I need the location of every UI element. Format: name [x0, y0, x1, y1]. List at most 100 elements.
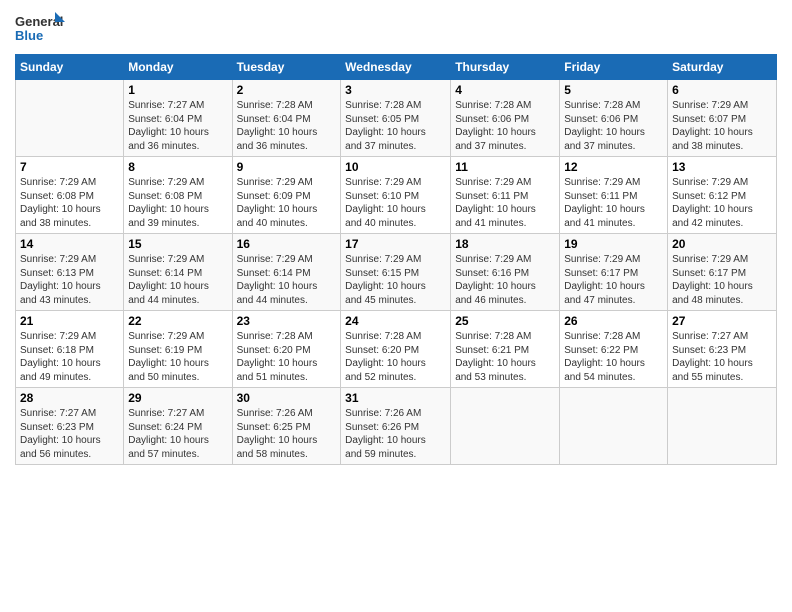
day-cell: 19 Sunrise: 7:29 AM Sunset: 6:17 PM Dayli…: [560, 234, 668, 311]
day-cell: 23 Sunrise: 7:28 AM Sunset: 6:20 PM Dayli…: [232, 311, 341, 388]
day-cell: 8Sunrise: 7:29 AM Sunset: 6:08 PM Daylig…: [124, 157, 232, 234]
day-info: Sunrise: 7:27 AM Sunset: 6:24 PM Dayligh…: [128, 407, 227, 461]
col-header-thursday: Thursday: [451, 55, 560, 80]
day-cell: [451, 388, 560, 465]
svg-text:Blue: Blue: [15, 28, 43, 43]
day-cell: 21Sunrise: 7:29 AM Sunset: 6:18 PM Dayli…: [16, 311, 124, 388]
day-info: Sunrise: 7:28 AM Sunset: 6:06 PM Dayligh…: [564, 99, 663, 153]
day-cell: 18 Sunrise: 7:29 AM Sunset: 6:16 PM Dayli…: [451, 234, 560, 311]
day-info: Sunrise: 7:27 AM Sunset: 6:04 PM Dayligh…: [128, 99, 227, 153]
col-header-friday: Friday: [560, 55, 668, 80]
day-number: 27: [672, 314, 772, 328]
day-info: Sunrise: 7:29 AM Sunset: 6:11 PM Dayligh…: [564, 176, 663, 230]
day-cell: 24 Sunrise: 7:28 AM Sunset: 6:20 PM Dayli…: [341, 311, 451, 388]
day-number: 12: [564, 160, 663, 174]
day-info: Sunrise: 7:29 AM Sunset: 6:19 PM Dayligh…: [128, 330, 227, 384]
day-cell: [560, 388, 668, 465]
day-cell: 13 Sunrise: 7:29 AM Sunset: 6:12 PM Dayli…: [668, 157, 777, 234]
day-number: 19: [564, 237, 663, 251]
day-number: 17: [345, 237, 446, 251]
day-info: Sunrise: 7:29 AM Sunset: 6:12 PM Dayligh…: [672, 176, 772, 230]
day-info: Sunrise: 7:29 AM Sunset: 6:16 PM Dayligh…: [455, 253, 555, 307]
day-cell: 31 Sunrise: 7:26 AM Sunset: 6:26 PM Dayli…: [341, 388, 451, 465]
day-number: 15: [128, 237, 227, 251]
day-info: Sunrise: 7:28 AM Sunset: 6:04 PM Dayligh…: [237, 99, 337, 153]
day-cell: 22 Sunrise: 7:29 AM Sunset: 6:19 PM Dayli…: [124, 311, 232, 388]
calendar-table: SundayMondayTuesdayWednesdayThursdayFrid…: [15, 54, 777, 465]
day-info: Sunrise: 7:26 AM Sunset: 6:26 PM Dayligh…: [345, 407, 446, 461]
day-number: 4: [455, 83, 555, 97]
day-number: 23: [237, 314, 337, 328]
day-info: Sunrise: 7:29 AM Sunset: 6:11 PM Dayligh…: [455, 176, 555, 230]
day-number: 14: [20, 237, 119, 251]
day-cell: [16, 80, 124, 157]
logo: GeneralBlue: [15, 10, 65, 48]
day-cell: 7 Sunrise: 7:29 AM Sunset: 6:08 PM Daylig…: [16, 157, 124, 234]
day-cell: 12 Sunrise: 7:29 AM Sunset: 6:11 PM Dayli…: [560, 157, 668, 234]
day-cell: 9 Sunrise: 7:29 AM Sunset: 6:09 PM Daylig…: [232, 157, 341, 234]
day-number: 11: [455, 160, 555, 174]
col-header-monday: Monday: [124, 55, 232, 80]
day-cell: 25 Sunrise: 7:28 AM Sunset: 6:21 PM Dayli…: [451, 311, 560, 388]
day-info: Sunrise: 7:26 AM Sunset: 6:25 PM Dayligh…: [237, 407, 337, 461]
day-info: Sunrise: 7:29 AM Sunset: 6:14 PM Dayligh…: [237, 253, 337, 307]
day-cell: 17 Sunrise: 7:29 AM Sunset: 6:15 PM Dayli…: [341, 234, 451, 311]
day-cell: 3 Sunrise: 7:28 AM Sunset: 6:05 PM Daylig…: [341, 80, 451, 157]
week-row-1: 1Sunrise: 7:27 AM Sunset: 6:04 PM Daylig…: [16, 80, 777, 157]
day-number: 25: [455, 314, 555, 328]
day-cell: [668, 388, 777, 465]
day-info: Sunrise: 7:29 AM Sunset: 6:07 PM Dayligh…: [672, 99, 772, 153]
day-number: 18: [455, 237, 555, 251]
day-info: Sunrise: 7:28 AM Sunset: 6:21 PM Dayligh…: [455, 330, 555, 384]
day-info: Sunrise: 7:29 AM Sunset: 6:13 PM Dayligh…: [20, 253, 119, 307]
header: GeneralBlue: [15, 10, 777, 48]
day-cell: 1Sunrise: 7:27 AM Sunset: 6:04 PM Daylig…: [124, 80, 232, 157]
day-cell: 6 Sunrise: 7:29 AM Sunset: 6:07 PM Daylig…: [668, 80, 777, 157]
day-cell: 2Sunrise: 7:28 AM Sunset: 6:04 PM Daylig…: [232, 80, 341, 157]
day-info: Sunrise: 7:28 AM Sunset: 6:22 PM Dayligh…: [564, 330, 663, 384]
day-cell: 10Sunrise: 7:29 AM Sunset: 6:10 PM Dayli…: [341, 157, 451, 234]
logo-icon: GeneralBlue: [15, 10, 65, 48]
day-info: Sunrise: 7:28 AM Sunset: 6:20 PM Dayligh…: [237, 330, 337, 384]
day-number: 8: [128, 160, 227, 174]
day-number: 29: [128, 391, 227, 405]
day-number: 5: [564, 83, 663, 97]
day-info: Sunrise: 7:29 AM Sunset: 6:09 PM Dayligh…: [237, 176, 337, 230]
day-number: 7: [20, 160, 119, 174]
day-number: 10: [345, 160, 446, 174]
day-number: 24: [345, 314, 446, 328]
day-info: Sunrise: 7:28 AM Sunset: 6:20 PM Dayligh…: [345, 330, 446, 384]
day-cell: 11 Sunrise: 7:29 AM Sunset: 6:11 PM Dayli…: [451, 157, 560, 234]
week-row-4: 21Sunrise: 7:29 AM Sunset: 6:18 PM Dayli…: [16, 311, 777, 388]
day-cell: 26 Sunrise: 7:28 AM Sunset: 6:22 PM Dayli…: [560, 311, 668, 388]
col-header-wednesday: Wednesday: [341, 55, 451, 80]
day-info: Sunrise: 7:27 AM Sunset: 6:23 PM Dayligh…: [672, 330, 772, 384]
day-info: Sunrise: 7:27 AM Sunset: 6:23 PM Dayligh…: [20, 407, 119, 461]
day-info: Sunrise: 7:29 AM Sunset: 6:18 PM Dayligh…: [20, 330, 119, 384]
day-cell: 15Sunrise: 7:29 AM Sunset: 6:14 PM Dayli…: [124, 234, 232, 311]
col-header-saturday: Saturday: [668, 55, 777, 80]
day-cell: 28 Sunrise: 7:27 AM Sunset: 6:23 PM Dayli…: [16, 388, 124, 465]
day-number: 20: [672, 237, 772, 251]
week-row-3: 14 Sunrise: 7:29 AM Sunset: 6:13 PM Dayli…: [16, 234, 777, 311]
day-info: Sunrise: 7:29 AM Sunset: 6:08 PM Dayligh…: [20, 176, 119, 230]
day-cell: 14 Sunrise: 7:29 AM Sunset: 6:13 PM Dayli…: [16, 234, 124, 311]
day-info: Sunrise: 7:29 AM Sunset: 6:17 PM Dayligh…: [564, 253, 663, 307]
day-number: 26: [564, 314, 663, 328]
page-container: GeneralBlue SundayMondayTuesdayWednesday…: [0, 0, 792, 475]
day-number: 31: [345, 391, 446, 405]
day-info: Sunrise: 7:29 AM Sunset: 6:17 PM Dayligh…: [672, 253, 772, 307]
day-info: Sunrise: 7:29 AM Sunset: 6:15 PM Dayligh…: [345, 253, 446, 307]
day-info: Sunrise: 7:28 AM Sunset: 6:05 PM Dayligh…: [345, 99, 446, 153]
day-number: 3: [345, 83, 446, 97]
calendar-header-row: SundayMondayTuesdayWednesdayThursdayFrid…: [16, 55, 777, 80]
day-number: 13: [672, 160, 772, 174]
day-cell: 16Sunrise: 7:29 AM Sunset: 6:14 PM Dayli…: [232, 234, 341, 311]
day-number: 28: [20, 391, 119, 405]
day-number: 9: [237, 160, 337, 174]
day-number: 6: [672, 83, 772, 97]
day-number: 22: [128, 314, 227, 328]
col-header-tuesday: Tuesday: [232, 55, 341, 80]
week-row-5: 28 Sunrise: 7:27 AM Sunset: 6:23 PM Dayli…: [16, 388, 777, 465]
col-header-sunday: Sunday: [16, 55, 124, 80]
